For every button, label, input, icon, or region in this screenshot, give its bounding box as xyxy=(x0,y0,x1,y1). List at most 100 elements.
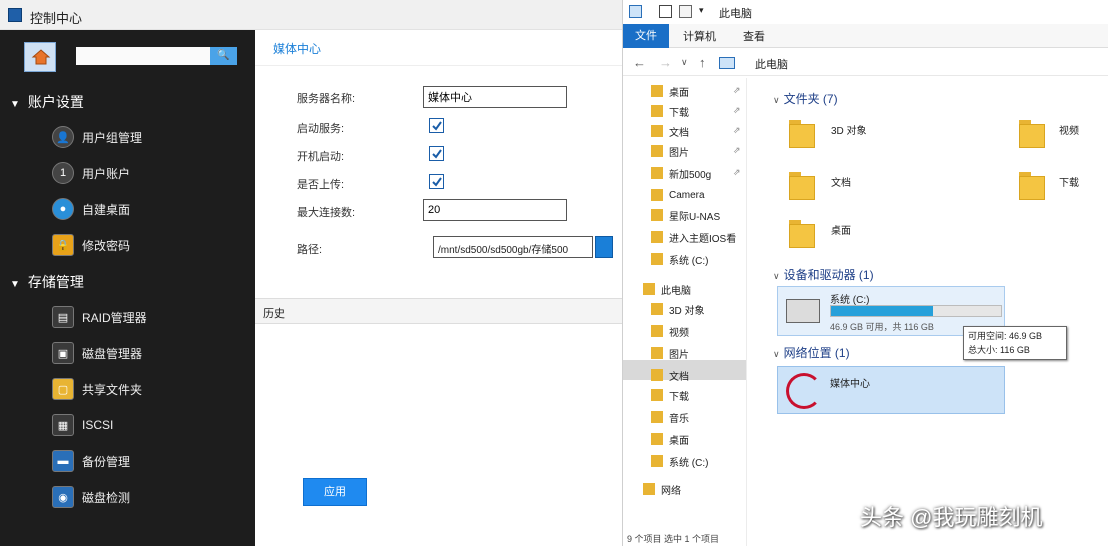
recent-icon[interactable]: ∨ xyxy=(681,57,688,68)
nav-item-icon xyxy=(651,347,663,359)
pin-icon[interactable]: ⇗ xyxy=(733,125,741,136)
sidebar-item-user-accounts[interactable]: 1 用户账户 xyxy=(52,162,130,184)
checkmark-icon xyxy=(432,177,442,187)
server-name-field[interactable] xyxy=(423,86,567,108)
upload-checkbox[interactable] xyxy=(429,174,444,189)
nav-item[interactable]: 进入主题IOS看 xyxy=(651,228,736,246)
nav-item[interactable]: 此电脑 xyxy=(643,280,691,298)
pin-icon[interactable]: ⇗ xyxy=(733,167,741,178)
nav-item[interactable]: 文档 xyxy=(651,366,689,384)
nav-item[interactable]: 星际U-NAS xyxy=(651,206,720,224)
folder-icon[interactable] xyxy=(789,170,815,200)
folder-icon[interactable] xyxy=(1019,170,1045,200)
nav-item-icon xyxy=(651,105,663,117)
nav-item-label: 文档 xyxy=(669,127,689,139)
start-service-checkbox[interactable] xyxy=(429,118,444,133)
folder-name[interactable]: 视频 xyxy=(1059,122,1079,137)
sidebar-item-user-groups[interactable]: 👤 用户组管理 xyxy=(52,126,142,148)
user-group-icon: 👤 xyxy=(52,126,74,148)
watermark: 头条 @我玩雕刻机 xyxy=(860,505,1043,530)
path-field[interactable]: /mnt/sd500/sd500gb/存储500 xyxy=(433,236,593,258)
folder-name[interactable]: 3D 对象 xyxy=(831,122,867,137)
drive-tooltip: 可用空间: 46.9 GB 总大小: 116 GB xyxy=(963,326,1067,360)
nav-item[interactable]: 3D 对象 xyxy=(651,300,705,318)
folder-icon[interactable] xyxy=(1019,118,1045,148)
autostart-label: 开机启动: xyxy=(297,151,345,163)
folder-icon[interactable] xyxy=(789,118,815,148)
nav-item[interactable]: 下载 xyxy=(651,386,689,404)
nav-item-icon xyxy=(651,209,663,221)
network-location-media-center[interactable]: 媒体中心 xyxy=(777,366,1005,414)
nav-item[interactable]: 网络 xyxy=(643,480,681,498)
window-title: 控制中心 xyxy=(30,11,83,26)
folder-name[interactable]: 桌面 xyxy=(831,222,851,237)
nav-item[interactable]: 文档 xyxy=(651,122,689,140)
breadcrumb[interactable]: 此电脑 xyxy=(755,56,788,72)
nav-item[interactable]: 视频 xyxy=(651,322,689,340)
sidebar-item-raid[interactable]: ▤ RAID管理器 xyxy=(52,306,147,328)
folder-name[interactable]: 下载 xyxy=(1059,174,1079,189)
sidebar-item-label: 自建桌面 xyxy=(82,202,131,217)
folder-name[interactable]: 文档 xyxy=(831,174,851,189)
sidebar-item-disk-manager[interactable]: ▣ 磁盘管理器 xyxy=(52,342,142,364)
group-network[interactable]: ∨ 网络位置 (1) xyxy=(773,344,850,361)
nav-item[interactable]: 图片 xyxy=(651,344,689,362)
nav-item-label: 桌面 xyxy=(669,435,689,447)
max-connections-field[interactable] xyxy=(423,199,567,221)
nav-item-icon xyxy=(651,85,663,97)
nav-item[interactable]: 下载 xyxy=(651,102,689,120)
browse-button[interactable] xyxy=(595,236,613,258)
sidebar-item-shared-folder[interactable]: ▢ 共享文件夹 xyxy=(52,378,142,400)
nav-item[interactable]: 系统 (C:) xyxy=(651,452,708,470)
control-center-window: 控制中心 🔍 ▼ 账户设置 👤 用户组管理 1 用户账户 ● 自建桌面 🔒 修改密码 ▼ 存… xyxy=(0,0,622,546)
sidebar-item-desktop[interactable]: ● 自建桌面 xyxy=(52,198,130,220)
sidebar-item-iscsi[interactable]: ▦ ISCSI xyxy=(52,414,113,436)
group-folders[interactable]: ∨ 文件夹 (7) xyxy=(773,90,838,107)
history-bar[interactable]: 历史 xyxy=(255,298,622,324)
pin-icon[interactable]: ⇗ xyxy=(733,145,741,156)
nav-item[interactable]: 系统 (C:) xyxy=(651,250,708,268)
history-label: 历史 xyxy=(263,308,285,320)
collapse-icon: ∨ xyxy=(773,95,780,105)
group-label: 网络位置 (1) xyxy=(783,346,850,360)
nav-item[interactable]: 音乐 xyxy=(651,408,689,426)
tab-file[interactable]: 文件 xyxy=(623,24,669,48)
nav-item[interactable]: 图片 xyxy=(651,142,689,160)
nav-item-icon xyxy=(651,189,663,201)
sidebar-search-input[interactable] xyxy=(76,47,210,65)
nav-item-label: 下载 xyxy=(669,391,689,403)
section-storage-management[interactable]: ▼ 存储管理 xyxy=(10,272,84,292)
up-icon[interactable]: ↑ xyxy=(699,55,706,70)
nav-item-icon xyxy=(651,433,663,445)
nav-item[interactable]: 桌面 xyxy=(651,430,689,448)
nav-item[interactable]: 新加500g xyxy=(651,164,711,182)
section-account-settings[interactable]: ▼ 账户设置 xyxy=(10,92,84,112)
tab-media-center[interactable]: 媒体中心 xyxy=(255,30,622,66)
pin-icon[interactable]: ⇗ xyxy=(733,85,741,96)
tab-label: 媒体中心 xyxy=(273,42,322,56)
autostart-checkbox[interactable] xyxy=(429,146,444,161)
nav-item[interactable]: 桌面 xyxy=(651,82,689,100)
tab-view[interactable]: 查看 xyxy=(743,28,765,44)
upload-label: 是否上传: xyxy=(297,179,345,191)
home-button[interactable] xyxy=(24,42,56,72)
forward-icon[interactable]: → xyxy=(659,55,672,70)
nav-item[interactable]: Camera xyxy=(651,186,705,204)
user-icon: 1 xyxy=(52,162,74,184)
computer-icon[interactable] xyxy=(629,5,642,18)
pin-icon[interactable]: ⇗ xyxy=(733,105,741,116)
apply-button[interactable]: 应用 xyxy=(303,478,367,506)
new-folder-icon[interactable] xyxy=(679,5,692,18)
search-button[interactable]: 🔍 xyxy=(210,47,237,65)
sidebar-item-disk-check[interactable]: ◉ 磁盘检测 xyxy=(52,486,130,508)
tab-computer[interactable]: 计算机 xyxy=(683,28,716,44)
explorer-title: 此电脑 xyxy=(719,8,752,20)
drive-usage-bar xyxy=(830,305,1002,317)
group-devices[interactable]: ∨ 设备和驱动器 (1) xyxy=(773,266,874,283)
chevron-down-icon[interactable]: ▾ xyxy=(699,5,712,18)
back-icon[interactable]: ← xyxy=(633,55,646,70)
sidebar-item-change-password[interactable]: 🔒 修改密码 xyxy=(52,234,130,256)
folder-icon[interactable] xyxy=(789,218,815,248)
sidebar-item-backup[interactable]: ▬ 备份管理 xyxy=(52,450,130,472)
properties-icon[interactable] xyxy=(659,5,672,18)
